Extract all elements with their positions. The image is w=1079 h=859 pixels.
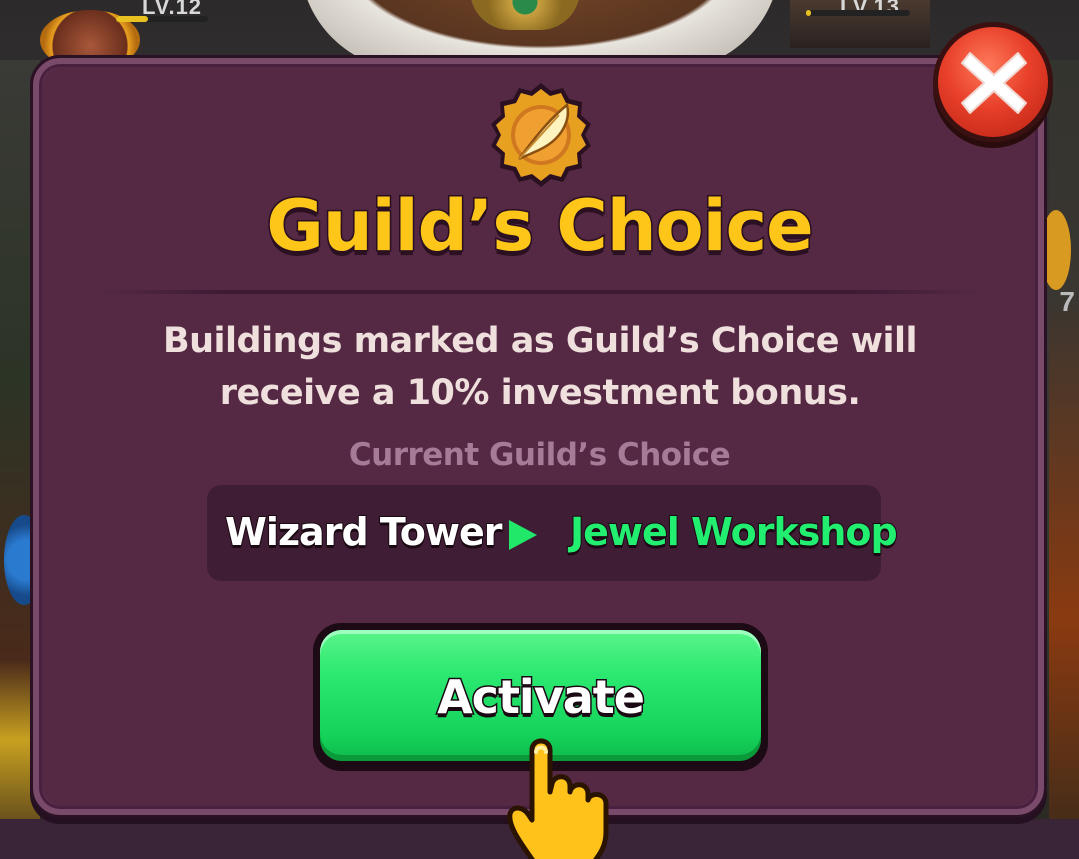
- close-button[interactable]: [933, 22, 1053, 142]
- title-divider: [95, 290, 985, 294]
- pointing-hand-icon: [507, 738, 609, 859]
- activate-button-label: Activate: [436, 669, 647, 726]
- dialog-description: Buildings marked as Guild’s Choice will …: [162, 321, 918, 413]
- background-xp-bar-right: [806, 10, 910, 16]
- current-choice-label: Current Guild’s Choice: [348, 437, 731, 473]
- choice-from-building: Wizard Tower: [224, 509, 503, 555]
- dialog-title: Guild’s Choice: [265, 184, 815, 269]
- background-xp-bar-left: [116, 16, 208, 22]
- choice-to-building: Jewel Workshop: [569, 509, 899, 555]
- game-screen: LV.12 LV.13 7 Guild’s Choice Buildings m…: [0, 0, 1079, 859]
- play-arrow-icon: [509, 520, 537, 550]
- close-icon: [961, 52, 1027, 114]
- quill-medal-icon: [491, 83, 591, 187]
- background-side-number: 7: [1059, 286, 1075, 317]
